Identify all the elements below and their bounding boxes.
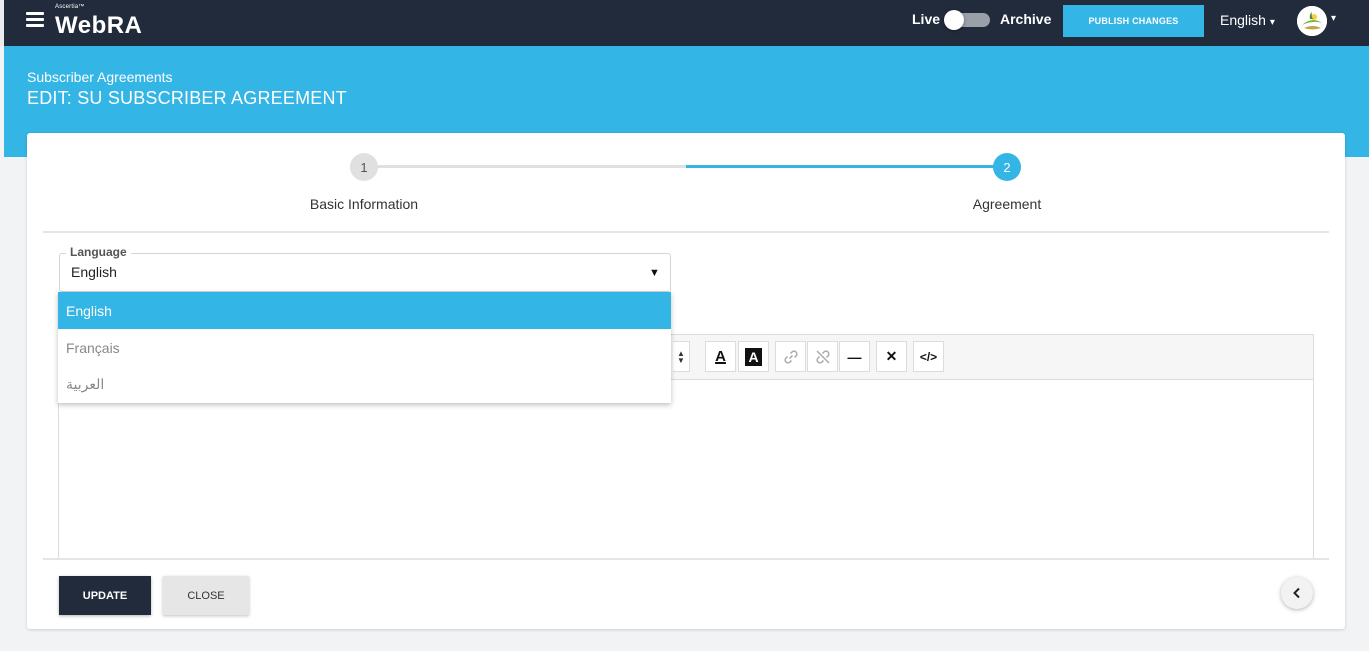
- footer-divider: [43, 558, 1329, 560]
- stepper-line-active: [686, 165, 1007, 168]
- font-color-icon: A: [715, 348, 726, 365]
- close-button[interactable]: CLOSE: [163, 576, 249, 615]
- toggle-knob: [944, 10, 964, 30]
- user-avatar[interactable]: [1297, 6, 1327, 36]
- code-view-button[interactable]: </>: [913, 341, 944, 372]
- language-menu-label: English: [1220, 12, 1266, 28]
- clear-format-button[interactable]: ✕: [876, 341, 907, 372]
- language-option-arabic[interactable]: العربية: [58, 366, 671, 403]
- language-option-french[interactable]: Français: [58, 329, 671, 366]
- font-color-button[interactable]: A: [705, 341, 736, 372]
- step-1-circle[interactable]: 1: [350, 153, 378, 181]
- horizontal-rule-icon: —: [847, 348, 862, 365]
- dropdown-arrow-icon[interactable]: ▼: [649, 267, 660, 279]
- collapse-panel-button[interactable]: [1281, 577, 1313, 609]
- step-2-circle[interactable]: 2: [993, 153, 1021, 181]
- link-button[interactable]: [775, 341, 806, 372]
- language-field-label: Language: [66, 245, 131, 259]
- chevron-down-icon: ▾: [1269, 17, 1275, 28]
- top-bar-left-edge: [0, 0, 4, 46]
- language-select[interactable]: [59, 253, 671, 292]
- page-title: EDIT: SU SUBSCRIBER AGREEMENT: [27, 88, 347, 108]
- horizontal-rule-button[interactable]: —: [839, 341, 870, 372]
- language-select-value[interactable]: English: [71, 264, 117, 280]
- font-size-stepper[interactable]: ▲ ▼: [673, 341, 690, 372]
- live-label: Live: [912, 11, 941, 27]
- link-icon: [783, 349, 798, 364]
- logo-product-text: WebRA: [55, 12, 143, 39]
- chevron-left-icon: [1293, 587, 1300, 599]
- unlink-icon: [815, 349, 830, 364]
- live-archive-toggle[interactable]: [944, 10, 990, 30]
- hamburger-menu-icon[interactable]: [26, 12, 44, 28]
- language-menu[interactable]: English ▾: [1220, 12, 1275, 28]
- background-color-button[interactable]: A: [738, 341, 769, 372]
- user-menu-chevron-icon[interactable]: ▾: [1331, 13, 1336, 24]
- step-2-label: Agreement: [972, 196, 1042, 212]
- stepper-divider: [43, 231, 1329, 233]
- background-color-icon: A: [745, 347, 762, 366]
- language-dropdown-menu: English Français العربية: [58, 292, 671, 403]
- clear-format-icon: ✕: [885, 348, 898, 364]
- avatar-image-icon: [1297, 6, 1327, 36]
- language-option-english[interactable]: English: [58, 292, 671, 329]
- stepper-line-completed: [364, 165, 686, 168]
- step-1-label: Basic Information: [309, 196, 419, 212]
- publish-changes-button[interactable]: PUBLISH CHANGES: [1063, 5, 1204, 37]
- breadcrumb[interactable]: Subscriber Agreements: [27, 69, 173, 85]
- logo-vendor-text: Ascertia™: [55, 4, 85, 10]
- archive-label: Archive: [1000, 11, 1052, 27]
- unlink-button[interactable]: [807, 341, 838, 372]
- update-button[interactable]: UPDATE: [59, 576, 151, 615]
- code-view-icon: </>: [919, 349, 938, 364]
